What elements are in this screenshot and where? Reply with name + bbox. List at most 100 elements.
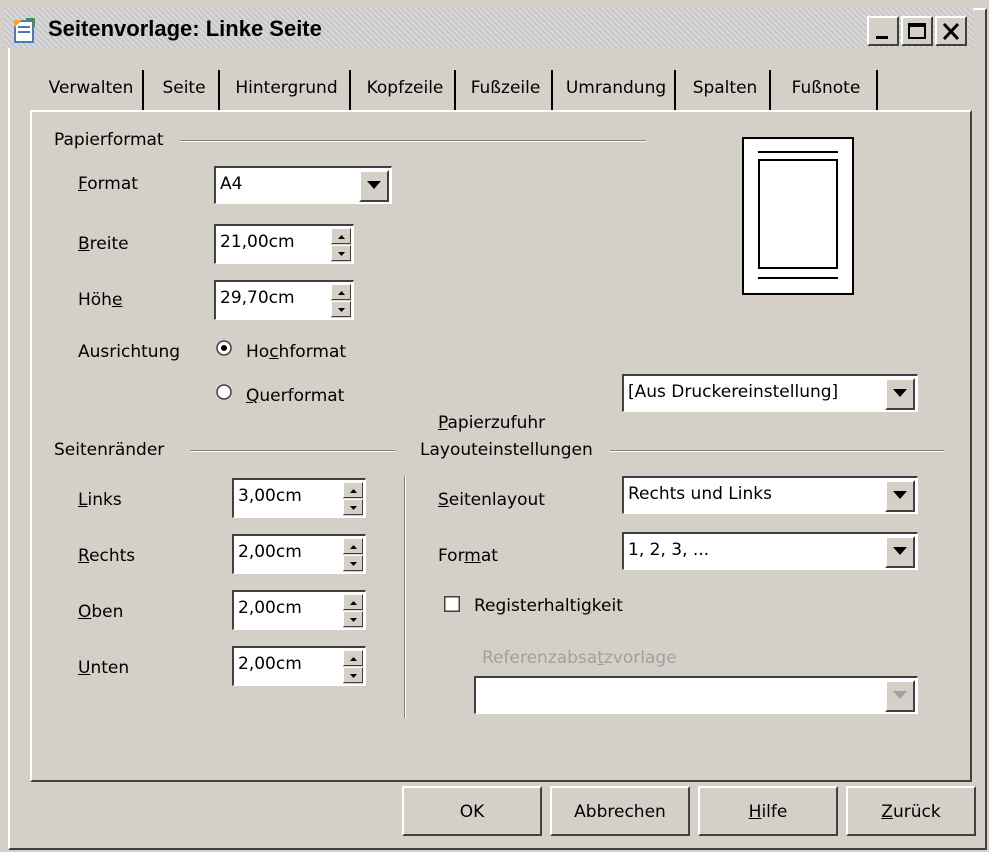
- spin-down-button[interactable]: [331, 245, 351, 261]
- width-spinner[interactable]: [331, 228, 351, 262]
- arrow-up-icon: [338, 235, 345, 239]
- spin-up-button[interactable]: [331, 228, 351, 244]
- tab-umrandung[interactable]: Umrandung: [558, 70, 676, 110]
- group-separator: [404, 476, 406, 718]
- spin-down-button[interactable]: [343, 611, 363, 627]
- minimize-button[interactable]: [867, 16, 899, 46]
- arrow-down-icon: [350, 618, 357, 622]
- page-layout-dropdown-button[interactable]: [885, 480, 915, 512]
- number-format-value: 1, 2, 3, ...: [628, 540, 710, 560]
- format-select[interactable]: A4: [214, 166, 392, 204]
- spin-up-button[interactable]: [343, 594, 363, 610]
- number-format-dropdown-button[interactable]: [885, 536, 915, 568]
- chevron-down-icon: [893, 691, 907, 699]
- page-layout-value: Rechts und Links: [628, 484, 772, 504]
- tray-value: [Aus Druckereinstellung]: [628, 382, 839, 402]
- height-value: 29,70cm: [220, 288, 295, 308]
- margin-left-spinfield[interactable]: 3,00cm: [232, 478, 366, 518]
- layout-divider: [610, 450, 944, 452]
- maximize-button[interactable]: [901, 16, 933, 46]
- spin-down-button[interactable]: [343, 499, 363, 515]
- spin-up-button[interactable]: [343, 482, 363, 498]
- portrait-label[interactable]: Hochformat: [246, 342, 346, 362]
- tab-spalten[interactable]: Spalten: [681, 70, 771, 110]
- document-icon: [14, 18, 35, 43]
- preview-footer-line: [758, 277, 838, 279]
- height-spinfield[interactable]: 29,70cm: [214, 280, 354, 320]
- arrow-down-icon: [350, 674, 357, 678]
- close-button[interactable]: [935, 16, 967, 46]
- width-label: Breite: [78, 234, 129, 254]
- margin-left-label: Links: [78, 490, 122, 510]
- ok-button[interactable]: OK: [402, 786, 542, 836]
- margin-right-spinner[interactable]: [343, 538, 363, 572]
- tab-hintergrund[interactable]: Hintergrund: [224, 70, 351, 110]
- tab-fusszeile[interactable]: Fußzeile: [460, 70, 553, 110]
- margin-right-spinfield[interactable]: 2,00cm: [232, 534, 366, 574]
- reference-style-select[interactable]: [474, 676, 918, 714]
- format-value: A4: [220, 174, 243, 194]
- reference-style-dropdown-button[interactable]: [885, 680, 915, 712]
- margin-bottom-spinfield[interactable]: 2,00cm: [232, 646, 366, 686]
- margin-right-label: Rechts: [78, 546, 136, 566]
- papierformat-divider: [180, 140, 646, 142]
- arrow-up-icon: [350, 489, 357, 493]
- tab-verwalten[interactable]: Verwalten: [40, 70, 144, 110]
- tab-fussnote[interactable]: Fußnote: [776, 70, 878, 110]
- width-spinfield[interactable]: 21,00cm: [214, 224, 354, 264]
- close-icon: [942, 22, 960, 41]
- number-format-label: Format: [438, 546, 498, 566]
- format-dropdown-button[interactable]: [359, 170, 389, 202]
- preview-header-line: [758, 151, 838, 153]
- margin-left-spinner[interactable]: [343, 482, 363, 516]
- preview-body: [758, 159, 838, 269]
- title-bar[interactable]: Seitenvorlage: Linke Seite: [4, 8, 973, 48]
- arrow-up-icon: [338, 291, 345, 295]
- landscape-label[interactable]: Querformat: [246, 386, 344, 406]
- register-checkbox-icon[interactable]: [444, 596, 460, 612]
- orientation-label: Ausrichtung: [78, 342, 181, 362]
- tray-select[interactable]: [Aus Druckereinstellung]: [622, 374, 918, 412]
- spin-down-button[interactable]: [343, 555, 363, 571]
- page-layout-label: Seitenlayout: [438, 490, 545, 510]
- margin-top-value: 2,00cm: [238, 598, 302, 618]
- margin-top-spinner[interactable]: [343, 594, 363, 628]
- page-preview: [742, 137, 854, 295]
- margin-bottom-label: Unten: [78, 658, 130, 678]
- landscape-radio-icon[interactable]: [216, 384, 232, 400]
- window-title: Seitenvorlage: Linke Seite: [48, 16, 322, 41]
- cancel-button[interactable]: Abbrechen: [550, 786, 690, 836]
- spin-down-button[interactable]: [331, 301, 351, 317]
- tray-dropdown-button[interactable]: [885, 378, 915, 410]
- height-label: Höhe: [78, 290, 123, 310]
- chevron-down-icon: [367, 181, 381, 189]
- layout-group-label: Layouteinstellungen: [420, 440, 601, 460]
- number-format-select[interactable]: 1, 2, 3, ...: [622, 532, 918, 570]
- height-spinner[interactable]: [331, 284, 351, 318]
- format-label: Format: [78, 174, 138, 194]
- spin-up-button[interactable]: [331, 284, 351, 300]
- portrait-radio-checked-icon[interactable]: [216, 340, 232, 356]
- register-label[interactable]: Registerhaltigkeit: [474, 596, 623, 616]
- arrow-up-icon: [350, 601, 357, 605]
- reference-style-label: Referenzabsatzvorlage: [482, 648, 677, 668]
- spin-down-button[interactable]: [343, 667, 363, 683]
- tab-seite[interactable]: Seite: [150, 70, 220, 110]
- spin-up-button[interactable]: [343, 650, 363, 666]
- margin-bottom-value: 2,00cm: [238, 654, 302, 674]
- help-button[interactable]: Hilfe: [698, 786, 838, 836]
- width-value: 21,00cm: [220, 232, 295, 252]
- arrow-down-icon: [350, 562, 357, 566]
- margin-top-label: Oben: [78, 602, 124, 622]
- chevron-down-icon: [893, 547, 907, 555]
- arrow-down-icon: [338, 308, 345, 312]
- chevron-down-icon: [893, 491, 907, 499]
- margin-bottom-spinner[interactable]: [343, 650, 363, 684]
- spin-up-button[interactable]: [343, 538, 363, 554]
- arrow-up-icon: [350, 545, 357, 549]
- back-button[interactable]: Zurück: [846, 786, 976, 836]
- chevron-down-icon: [893, 389, 907, 397]
- page-layout-select[interactable]: Rechts und Links: [622, 476, 918, 514]
- margin-top-spinfield[interactable]: 2,00cm: [232, 590, 366, 630]
- tab-kopfzeile[interactable]: Kopfzeile: [356, 70, 456, 110]
